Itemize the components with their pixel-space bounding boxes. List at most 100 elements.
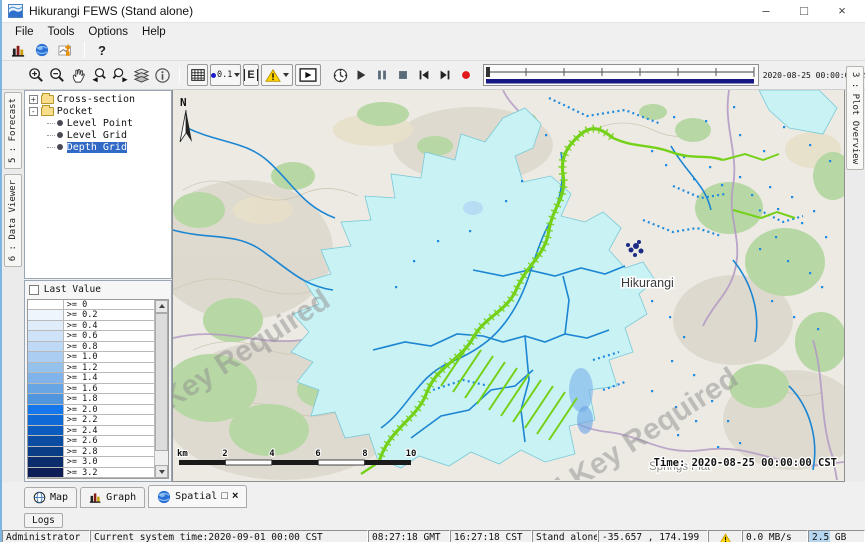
tree-connector: [47, 147, 55, 148]
legend-label: >= 3.0: [64, 457, 154, 467]
step-forward-icon: [438, 68, 452, 82]
side-tab[interactable]: 6 : Data Viewer: [4, 174, 22, 267]
tree-expander-icon[interactable]: -: [29, 107, 38, 116]
app-logo-icon: [8, 4, 23, 18]
record-button[interactable]: [456, 64, 477, 86]
step-back-button[interactable]: [414, 64, 435, 86]
scale-tick: 2: [222, 449, 227, 459]
status-system-time: Current system time:2020-09-01 00:00 CST: [90, 530, 368, 542]
scroll-track[interactable]: [155, 313, 168, 466]
close-button[interactable]: ×: [823, 1, 861, 21]
stop-button[interactable]: [393, 64, 414, 86]
last-value-row: Last Value: [25, 281, 171, 299]
info-button[interactable]: [152, 64, 173, 86]
classification-button[interactable]: E: [243, 64, 258, 86]
legend-color-swatch: [28, 415, 64, 425]
legend-label: >= 1.6: [64, 384, 154, 394]
animation-player-button[interactable]: [295, 64, 321, 86]
globe-icon: [157, 490, 171, 504]
grid-display-button[interactable]: [187, 64, 208, 86]
legend-color-swatch: [28, 436, 64, 446]
scroll-up-button[interactable]: [155, 300, 168, 313]
scroll-down-button[interactable]: [155, 465, 168, 478]
scale-tick: 4: [269, 449, 275, 459]
map-panel: API Key Required API Key Required Hikura…: [172, 90, 845, 482]
zoom-out-button[interactable]: [47, 64, 68, 86]
tree-expander-icon[interactable]: +: [29, 95, 38, 104]
legend-scrollbar[interactable]: [154, 300, 168, 479]
legend-row: >= 0.6: [28, 331, 154, 342]
menu-item[interactable]: File: [8, 25, 41, 39]
tree-item-label[interactable]: Depth Grid: [67, 142, 127, 153]
zoom-in-button[interactable]: [26, 64, 47, 86]
legend-row: >= 0.4: [28, 321, 154, 332]
tree-item[interactable]: + Cross-section: [25, 93, 171, 105]
zoom-next-button[interactable]: [110, 64, 131, 86]
tree-item[interactable]: Level Point: [25, 117, 171, 129]
arrow-down-icon: [159, 470, 165, 474]
tab-spatial[interactable]: Spatial □ ×: [148, 485, 247, 508]
legend-color-swatch: [28, 394, 64, 404]
tab-map-label: Map: [50, 492, 68, 503]
last-value-checkbox[interactable]: [29, 285, 39, 295]
zoom-previous-button[interactable]: [89, 64, 110, 86]
play-button[interactable]: [351, 64, 372, 86]
layers-button[interactable]: [131, 64, 152, 86]
legend-row: >= 0.8: [28, 342, 154, 353]
menu-item[interactable]: Help: [135, 25, 173, 39]
tree-item[interactable]: - Pocket: [25, 105, 171, 117]
tab-close-icon[interactable]: ×: [232, 491, 238, 502]
node-bullet-icon: [57, 120, 63, 126]
time-slider[interactable]: [483, 64, 759, 86]
chart-up-arrow-icon: [58, 43, 74, 58]
classification-e-icon: E: [244, 69, 257, 81]
status-warning[interactable]: [708, 530, 742, 542]
maximize-button[interactable]: □: [785, 1, 823, 21]
menu-item[interactable]: Options: [81, 25, 135, 39]
help-button[interactable]: ?: [91, 43, 113, 58]
status-user: Administrator: [2, 530, 90, 542]
tree-item-label[interactable]: Level Point: [67, 118, 133, 129]
status-memory: 2.5 GB: [808, 530, 865, 542]
map-canvas[interactable]: API Key Required API Key Required Hikura…: [173, 90, 844, 480]
tree-item-label[interactable]: Cross-section: [57, 94, 135, 105]
side-tab[interactable]: 3 : Plot Overview: [846, 66, 864, 170]
stop-icon: [396, 68, 410, 82]
step-forward-button[interactable]: [435, 64, 456, 86]
contour-threshold-dropdown[interactable]: 0.1: [210, 64, 241, 86]
pan-hand-icon: [70, 67, 87, 84]
toolbar-main: ?: [2, 40, 865, 60]
right-tabs: 3 : Plot Overview: [846, 66, 864, 170]
tab-graph[interactable]: Graph: [80, 487, 145, 508]
legend-row: >= 2.2: [28, 415, 154, 426]
side-tab[interactable]: 5 : Forecast: [4, 92, 22, 169]
database-button[interactable]: [6, 41, 30, 59]
logs-button[interactable]: Logs: [24, 513, 63, 528]
tree-item-label[interactable]: Pocket: [57, 106, 93, 117]
tree-item[interactable]: Depth Grid: [25, 141, 171, 153]
scale-tick: 6: [315, 449, 320, 459]
play-icon: [354, 68, 368, 82]
tree-item[interactable]: Level Grid: [25, 129, 171, 141]
menu-item[interactable]: Tools: [41, 25, 82, 39]
map-display-button[interactable]: [30, 41, 54, 59]
boxed-play-icon: [299, 68, 317, 82]
legend-label: >= 1.8: [64, 394, 154, 404]
tab-restore-icon[interactable]: □: [221, 491, 228, 502]
scroll-thumb[interactable]: [155, 313, 168, 452]
animation-timer-button[interactable]: [330, 64, 351, 86]
status-mode: Stand alone: [532, 530, 598, 542]
legend-label: >= 2.2: [64, 415, 154, 425]
north-label: N: [180, 96, 187, 109]
legend-list-wrap: >= 0 >= 0.2 >= 0.4: [27, 299, 169, 480]
minimize-button[interactable]: –: [747, 1, 785, 21]
time-slider-track: [484, 65, 758, 85]
node-bullet-icon: [57, 144, 63, 150]
timeseries-button[interactable]: [54, 41, 78, 59]
tree-item-label[interactable]: Level Grid: [67, 130, 127, 141]
pan-button[interactable]: [68, 64, 89, 86]
pause-button[interactable]: [372, 64, 393, 86]
warning-dropdown-button[interactable]: [261, 64, 293, 86]
legend-label: >= 0.6: [64, 331, 154, 341]
tab-map[interactable]: Map: [24, 487, 77, 508]
